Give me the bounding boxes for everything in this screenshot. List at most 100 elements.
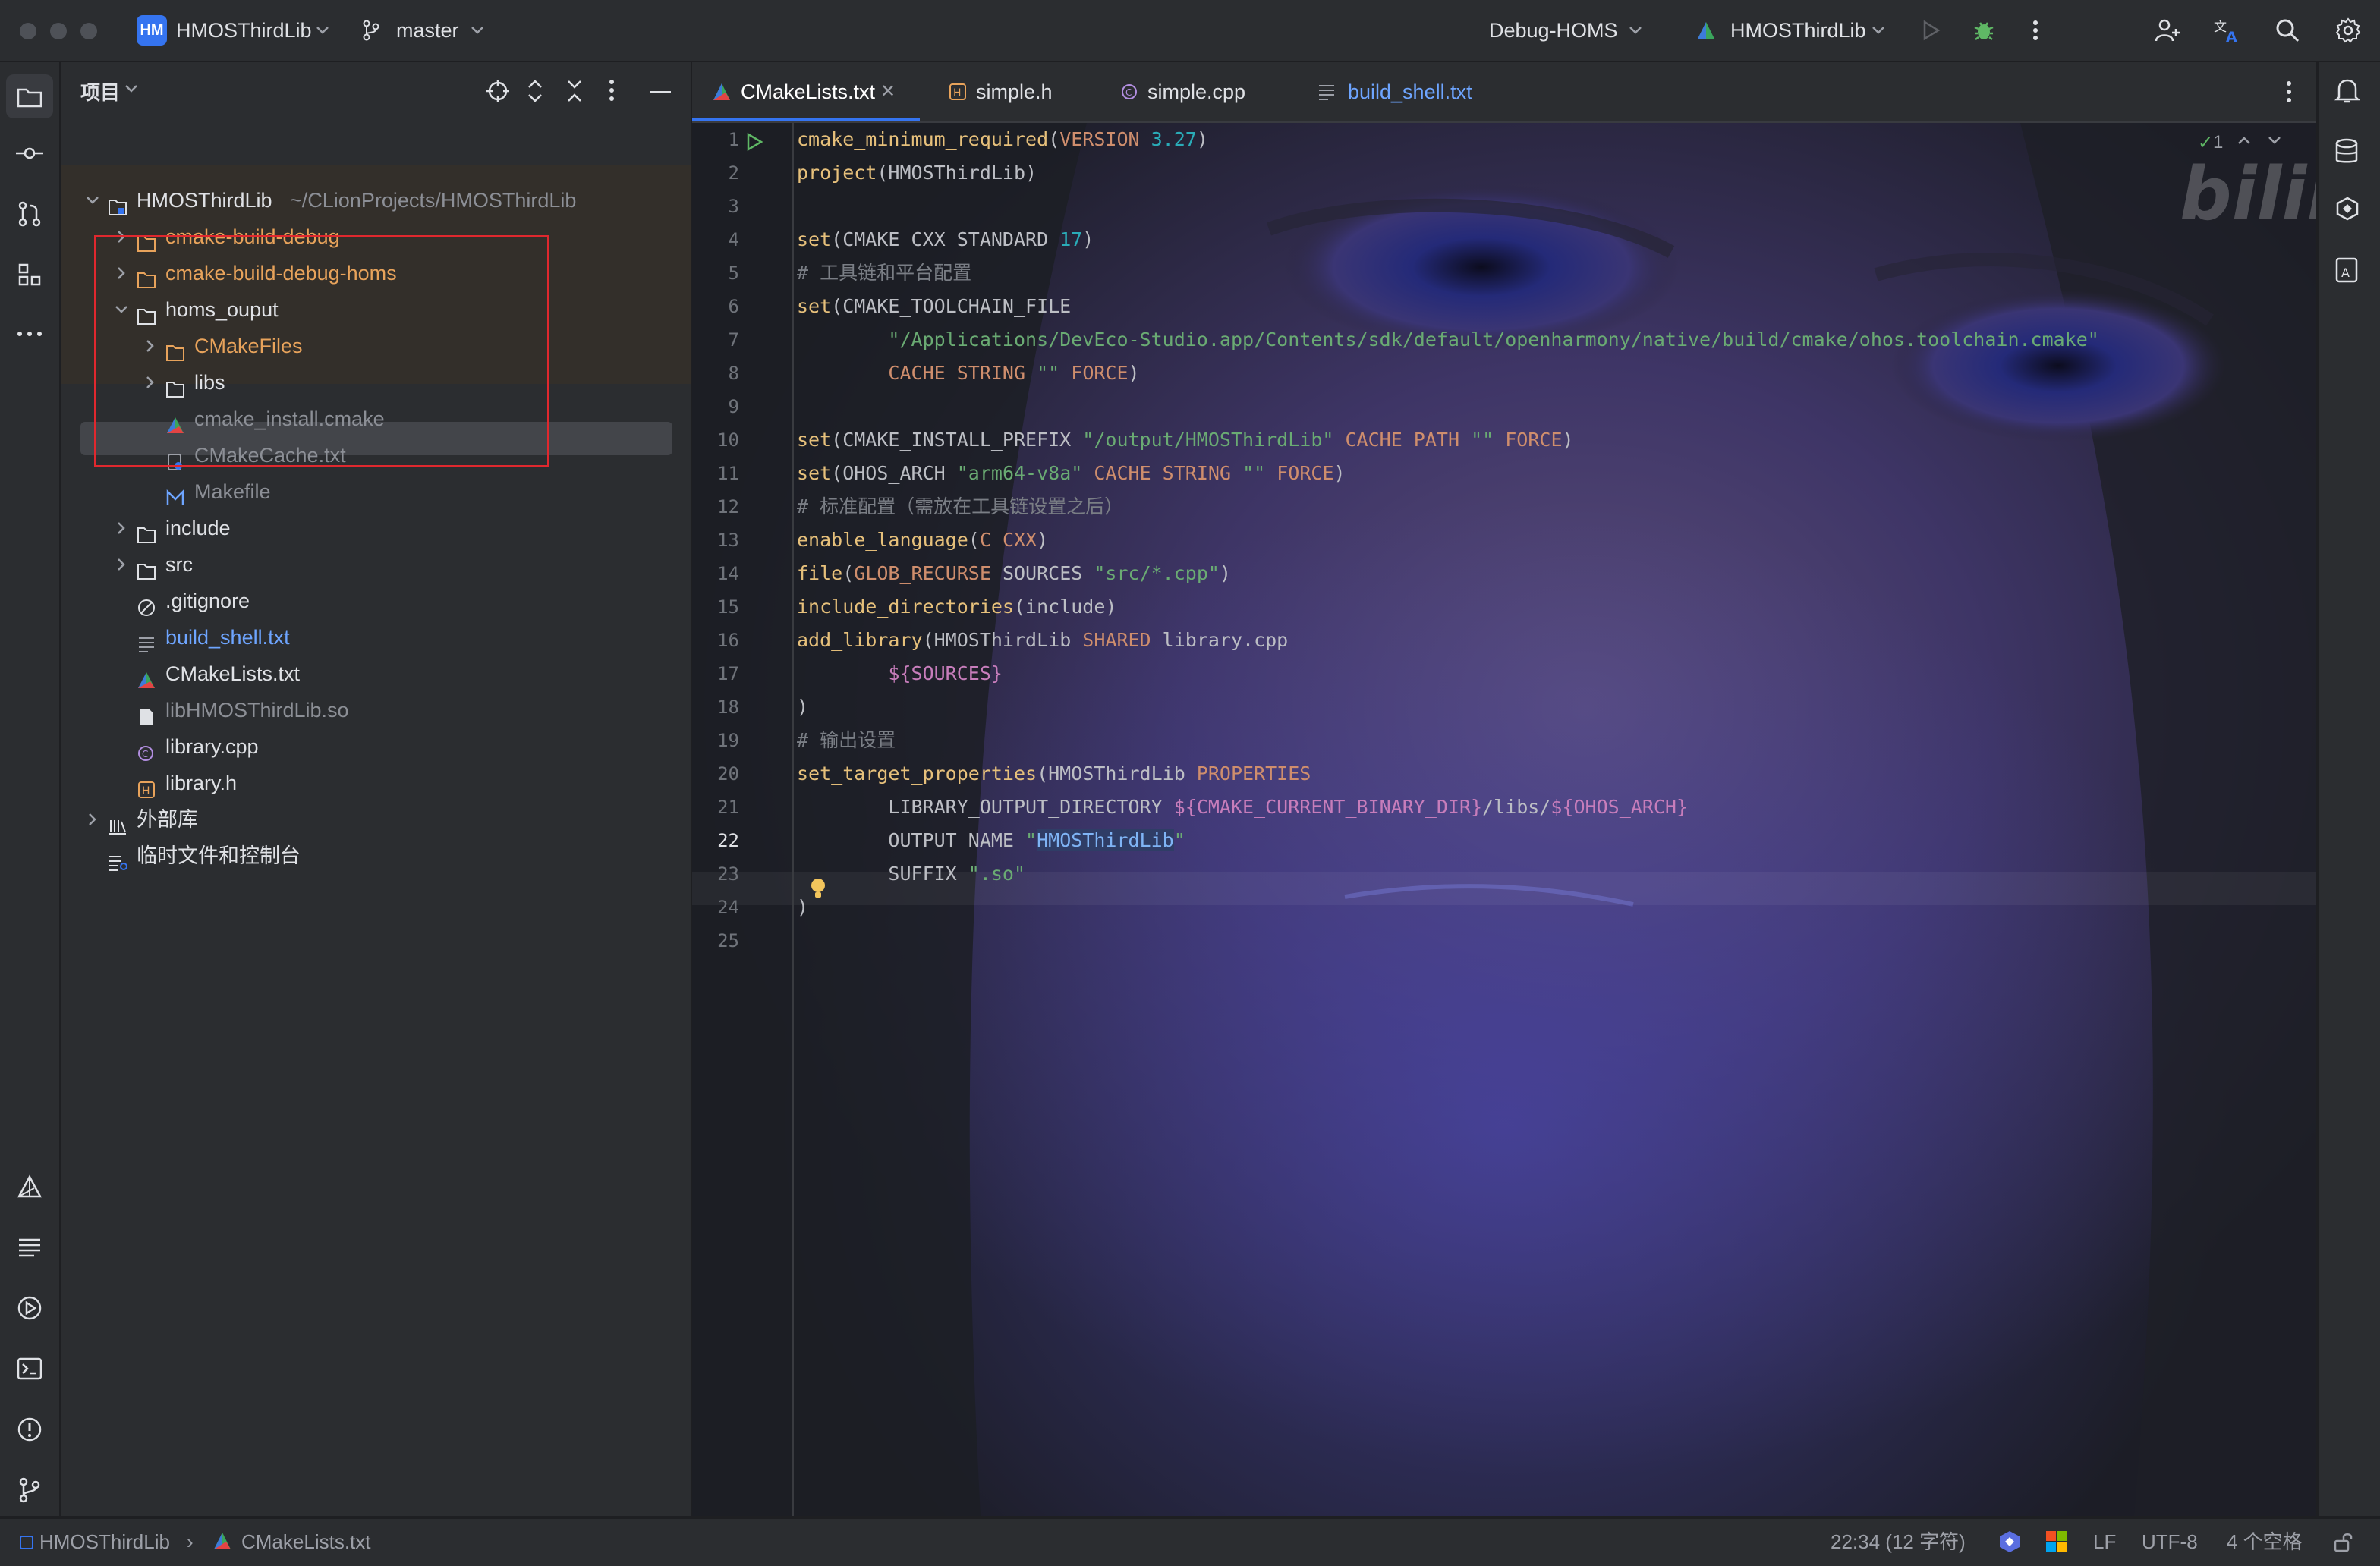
windows-logo-icon[interactable] (2046, 1531, 2067, 1556)
tree-item[interactable]: build_shell.txt (61, 619, 691, 656)
inspection-count[interactable]: 1 (2213, 132, 2223, 153)
code-line[interactable]: project(HMOSThirdLib) (797, 156, 1037, 190)
todo-list-icon[interactable] (13, 1231, 46, 1264)
chevron-right-icon[interactable] (112, 546, 131, 583)
expand-all-icon[interactable] (527, 79, 543, 107)
font-book-icon[interactable]: A (2334, 256, 2359, 288)
project-view-title[interactable]: 项目 (80, 77, 120, 105)
chevron-right-icon[interactable] (83, 801, 102, 838)
problems-icon[interactable] (13, 1413, 46, 1446)
read-only-toggle-icon[interactable] (2333, 1531, 2354, 1556)
next-highlight-icon[interactable] (2268, 135, 2281, 149)
more-vertical-icon[interactable] (2019, 14, 2052, 47)
inspection-check-icon[interactable]: ✓ (2198, 132, 2213, 154)
more-vertical-icon[interactable] (2286, 80, 2292, 107)
code-line[interactable]: OUTPUT_NAME "HMOSThirdLib" (797, 824, 1185, 857)
run-icon[interactable] (1914, 14, 1947, 47)
chevron-down-icon[interactable] (83, 182, 102, 219)
services-icon[interactable] (13, 1291, 46, 1325)
code-line[interactable]: add_library(HMOSThirdLib SHARED library.… (797, 624, 1288, 657)
ai-status-icon[interactable] (1998, 1530, 2022, 1558)
translate-icon[interactable]: 文A (2210, 14, 2243, 47)
code-line[interactable]: ) (797, 690, 808, 724)
breadcrumb-file[interactable]: CMakeLists.txt (241, 1519, 371, 1564)
code-line[interactable]: "/Applications/DevEco-Studio.app/Content… (797, 323, 2098, 357)
tree-item[interactable]: CMakeLists.txt (61, 656, 691, 692)
minimize-window-button[interactable] (50, 23, 67, 39)
code-line[interactable]: LIBRARY_OUTPUT_DIRECTORY ${CMAKE_CURRENT… (797, 791, 1688, 824)
code-line[interactable]: # 输出设置 (797, 724, 896, 757)
settings-gear-icon[interactable] (2331, 14, 2365, 47)
code-line[interactable]: set(CMAKE_INSTALL_PREFIX "/output/HMOSTh… (797, 423, 1574, 457)
tree-item[interactable]: include (61, 510, 691, 546)
run-gutter-icon[interactable] (745, 132, 763, 156)
cmake-tool-icon[interactable] (13, 1170, 46, 1203)
code-line[interactable]: # 标准配置（需放在工具链设置之后） (797, 490, 1123, 524)
notifications-icon[interactable] (2334, 77, 2361, 108)
code-line[interactable]: set(OHOS_ARCH "arm64-v8a" CACHE STRING "… (797, 457, 1346, 490)
tree-item[interactable]: Hlibrary.h (61, 765, 691, 801)
close-tab-icon[interactable]: ✕ (880, 62, 896, 121)
code-line[interactable]: CACHE STRING "" FORCE) (797, 357, 1139, 390)
chevron-right-icon[interactable] (112, 510, 131, 546)
structure-icon[interactable] (13, 258, 46, 291)
terminal-icon[interactable] (13, 1352, 46, 1385)
chevron-down-icon[interactable] (466, 14, 489, 47)
close-window-button[interactable] (20, 23, 36, 39)
locate-icon[interactable] (486, 79, 510, 107)
branch-selector[interactable]: master (396, 15, 459, 46)
project-badge[interactable]: HM (137, 15, 167, 46)
more-vertical-icon[interactable] (609, 79, 615, 105)
code-line[interactable]: # 工具链和平台配置 (797, 256, 971, 290)
previous-highlight-icon[interactable] (2237, 135, 2251, 149)
chevron-down-icon[interactable] (1624, 14, 1647, 47)
indent-setting[interactable]: 4 个空格 (2227, 1519, 2303, 1564)
caret-position[interactable]: 22:34 (12 字符) (1831, 1519, 1966, 1564)
tree-item[interactable]: Clibrary.cpp (61, 728, 691, 765)
run-config-selector[interactable]: Debug-HOMS (1489, 15, 1618, 46)
code-line[interactable]: enable_language(C CXX) (797, 524, 1048, 557)
project-selector[interactable]: HMOSThirdLib (176, 15, 312, 46)
tree-item[interactable]: src (61, 546, 691, 583)
database-icon[interactable] (2334, 138, 2359, 169)
code-token: ${CMAKE_CURRENT_BINARY_DIR} (1173, 796, 1483, 818)
ai-assistant-icon[interactable] (2334, 196, 2360, 225)
folder-icon[interactable] (13, 80, 46, 114)
tree-item[interactable]: 临时文件和控制台 (61, 838, 691, 874)
more-tools-icon[interactable] (13, 317, 46, 351)
code-token: SOURCES (990, 562, 1094, 584)
git-icon[interactable] (13, 1473, 46, 1507)
line-number: 6 (728, 296, 739, 317)
tree-item-label: CMakeLists.txt (165, 662, 301, 685)
target-selector[interactable]: HMOSThirdLib (1730, 15, 1866, 46)
tree-item[interactable]: .gitignore (61, 583, 691, 619)
tree-item[interactable]: libHMOSThirdLib.so (61, 692, 691, 728)
code-line[interactable]: file(GLOB_RECURSE SOURCES "src/*.cpp") (797, 557, 1231, 590)
code-line[interactable]: ${SOURCES} (797, 657, 1003, 690)
code-line[interactable]: cmake_minimum_required(VERSION 3.27) (797, 123, 1208, 156)
tree-item[interactable]: 外部库 (61, 801, 691, 838)
hide-panel-icon[interactable] (650, 91, 671, 93)
tree-item[interactable]: Makefile (61, 473, 691, 510)
commit-icon[interactable] (13, 137, 46, 170)
code-line[interactable]: set(CMAKE_TOOLCHAIN_FILE (797, 290, 1071, 323)
search-icon[interactable] (2271, 14, 2304, 47)
chevron-down-icon[interactable] (124, 83, 138, 97)
line-separator[interactable]: LF (2093, 1519, 2116, 1564)
tree-item[interactable]: HMOSThirdLib ~/CLionProjects/HMOSThirdLib (61, 182, 691, 219)
zoom-window-button[interactable] (80, 23, 97, 39)
collapse-all-icon[interactable] (566, 79, 583, 107)
file-encoding[interactable]: UTF-8 (2142, 1519, 2198, 1564)
chevron-down-icon[interactable] (1867, 14, 1890, 47)
code-line[interactable]: set_target_properties(HMOSThirdLib PROPE… (797, 757, 1311, 791)
code-line[interactable]: ) (797, 891, 808, 924)
code-line[interactable]: set(CMAKE_CXX_STANDARD 17) (797, 223, 1094, 256)
pull-request-icon[interactable] (13, 197, 46, 231)
code-line[interactable]: SUFFIX ".so" (797, 857, 1025, 891)
breadcrumb-project[interactable]: HMOSThirdLib (39, 1519, 170, 1564)
add-user-icon[interactable] (2151, 14, 2184, 47)
debug-icon[interactable] (1967, 14, 2001, 47)
code-line[interactable]: include_directories(include) (797, 590, 1116, 624)
chevron-down-icon[interactable] (311, 14, 334, 47)
title-bar: HM HMOSThirdLib master Debug-HOMS HMOSTh… (0, 0, 2380, 62)
